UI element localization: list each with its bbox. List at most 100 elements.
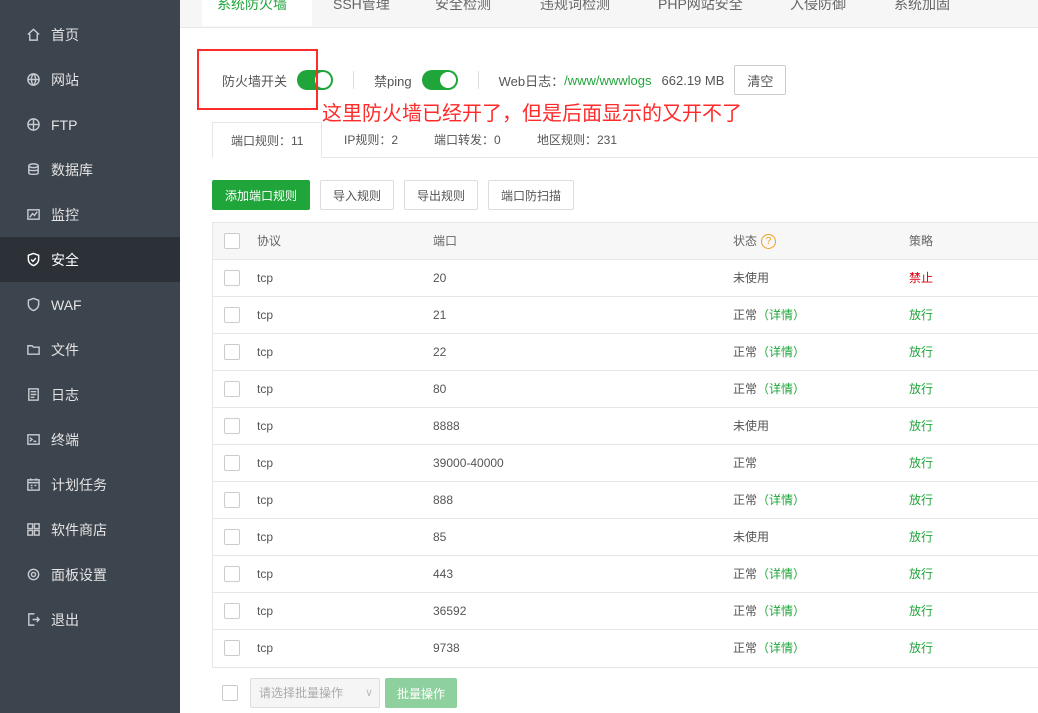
row-checkbox[interactable] <box>224 418 240 434</box>
row-checkbox[interactable] <box>224 270 240 286</box>
table-row: tcp 21 正常（详情） 放行 <box>213 297 1038 334</box>
sidebar-item-cron[interactable]: 计划任务 <box>0 462 180 507</box>
cell-protocol: tcp <box>257 641 274 655</box>
cell-status: 正常（详情） <box>733 297 805 334</box>
shield-icon <box>25 252 41 268</box>
status-detail-link[interactable]: （详情） <box>757 493 805 507</box>
status-detail-link[interactable]: （详情） <box>757 345 805 359</box>
row-checkbox[interactable] <box>224 566 240 582</box>
sidebar-item-logout[interactable]: 退出 <box>0 597 180 642</box>
status-detail-link[interactable]: （详情） <box>757 567 805 581</box>
table-row: tcp 9738 正常（详情） 放行 <box>213 630 1038 667</box>
help-icon[interactable]: ? <box>761 234 777 250</box>
sidebar-item-home[interactable]: 首页 <box>0 12 180 57</box>
cell-protocol: tcp <box>257 493 274 507</box>
clear-log-button[interactable]: 清空 <box>734 65 787 95</box>
tab-region-rules[interactable]: 地区规则：231 <box>537 122 617 158</box>
batch-footer: 请选择批量操作 ∨ 批量操作 <box>222 678 458 708</box>
ping-toggle[interactable] <box>421 70 458 90</box>
cell-status: 正常（详情） <box>733 593 805 630</box>
waf-icon <box>25 297 41 313</box>
cell-policy[interactable]: 放行 <box>909 408 933 445</box>
cell-port: 9738 <box>433 641 460 655</box>
sidebar-item-database[interactable]: 数据库 <box>0 147 180 192</box>
web-log-path[interactable]: /www/wwwlogs <box>564 73 651 88</box>
tab-php-security[interactable]: PHP网站安全 <box>658 0 743 26</box>
cell-port: 39000-40000 <box>433 456 504 470</box>
sidebar-item-security[interactable]: 安全 <box>0 237 180 282</box>
cell-policy[interactable]: 放行 <box>909 556 933 593</box>
row-checkbox[interactable] <box>224 492 240 508</box>
folder-icon <box>25 342 41 358</box>
cell-status: 正常（详情） <box>733 556 805 593</box>
tab-port-rules[interactable]: 端口规则：11 <box>212 122 323 158</box>
cell-policy[interactable]: 放行 <box>909 371 933 408</box>
cell-policy[interactable]: 放行 <box>909 297 933 334</box>
tab-hardening[interactable]: 系统加固 <box>894 0 950 26</box>
status-detail-link[interactable]: （详情） <box>757 641 805 655</box>
sidebar-item-store[interactable]: 软件商店 <box>0 507 180 552</box>
sidebar-item-website[interactable]: 网站 <box>0 57 180 102</box>
cell-protocol: tcp <box>257 345 274 359</box>
log-icon <box>25 387 41 403</box>
tab-word-check[interactable]: 违规词检测 <box>540 0 610 26</box>
row-checkbox[interactable] <box>224 455 240 471</box>
status-detail-link[interactable]: （详情） <box>757 382 805 396</box>
row-checkbox[interactable] <box>224 640 240 656</box>
select-all-checkbox[interactable] <box>224 233 240 249</box>
row-checkbox[interactable] <box>224 603 240 619</box>
import-rules-button[interactable]: 导入规则 <box>320 180 395 210</box>
highlight-box <box>197 49 318 110</box>
status-detail-link[interactable]: （详情） <box>757 308 805 322</box>
cell-policy[interactable]: 放行 <box>909 445 933 482</box>
tab-system-firewall[interactable]: 系统防火墙 <box>202 0 312 26</box>
sidebar-item-settings[interactable]: 面板设置 <box>0 552 180 597</box>
cell-policy[interactable]: 禁止 <box>909 260 933 297</box>
row-checkbox[interactable] <box>224 344 240 360</box>
cell-protocol: tcp <box>257 604 274 618</box>
tab-ssh[interactable]: SSH管理 <box>333 0 390 26</box>
row-checkbox[interactable] <box>224 529 240 545</box>
sidebar-item-logs[interactable]: 日志 <box>0 372 180 417</box>
cell-protocol: tcp <box>257 456 274 470</box>
ping-label: 禁ping <box>374 73 412 89</box>
cell-status: 未使用 <box>733 260 769 297</box>
cell-protocol: tcp <box>257 530 274 544</box>
footer-checkbox[interactable] <box>222 685 238 701</box>
web-log-label: Web日志： <box>498 73 565 89</box>
sidebar-item-ftp[interactable]: FTP <box>0 102 180 147</box>
table-row: tcp 39000-40000 正常 放行 <box>213 445 1038 482</box>
tab-security-check[interactable]: 安全检测 <box>435 0 491 26</box>
table-row: tcp 888 正常（详情） 放行 <box>213 482 1038 519</box>
sidebar-item-waf[interactable]: WAF <box>0 282 180 327</box>
port-scan-protect-button[interactable]: 端口防扫描 <box>488 180 575 210</box>
cell-policy[interactable]: 放行 <box>909 630 933 667</box>
sidebar: 首页 网站 FTP 数据库 监控 安全 WAF 文件 日志 终端 计划任务 软件… <box>0 0 180 713</box>
rule-tabs: 端口规则：11 IP规则：2 端口转发：0 地区规则：231 <box>212 122 1038 158</box>
tab-intrusion[interactable]: 入侵防御 <box>790 0 846 26</box>
status-text: 未使用 <box>733 271 770 285</box>
cell-policy[interactable]: 放行 <box>909 482 933 519</box>
batch-select[interactable]: 请选择批量操作 ∨ <box>250 678 380 708</box>
add-port-rule-button[interactable]: 添加端口规则 <box>212 180 311 210</box>
header-protocol: 协议 <box>257 234 282 248</box>
ftp-icon <box>25 117 41 133</box>
batch-action-button[interactable]: 批量操作 <box>385 678 458 708</box>
export-rules-button[interactable]: 导出规则 <box>404 180 479 210</box>
cell-policy[interactable]: 放行 <box>909 519 933 556</box>
row-checkbox[interactable] <box>224 381 240 397</box>
cell-policy[interactable]: 放行 <box>909 334 933 371</box>
header-status-label: 状态 <box>733 234 758 248</box>
table-row: tcp 20 未使用 禁止 <box>213 260 1038 297</box>
sidebar-item-monitor[interactable]: 监控 <box>0 192 180 237</box>
sidebar-item-files[interactable]: 文件 <box>0 327 180 372</box>
tab-ip-rules[interactable]: IP规则：2 <box>344 122 398 158</box>
sidebar-item-terminal[interactable]: 终端 <box>0 417 180 462</box>
cell-protocol: tcp <box>257 567 274 581</box>
status-text: 正常 <box>733 641 758 655</box>
tab-port-forward[interactable]: 端口转发：0 <box>434 122 501 158</box>
status-detail-link[interactable]: （详情） <box>757 604 805 618</box>
globe-icon <box>25 72 41 88</box>
row-checkbox[interactable] <box>224 307 240 323</box>
cell-policy[interactable]: 放行 <box>909 593 933 630</box>
